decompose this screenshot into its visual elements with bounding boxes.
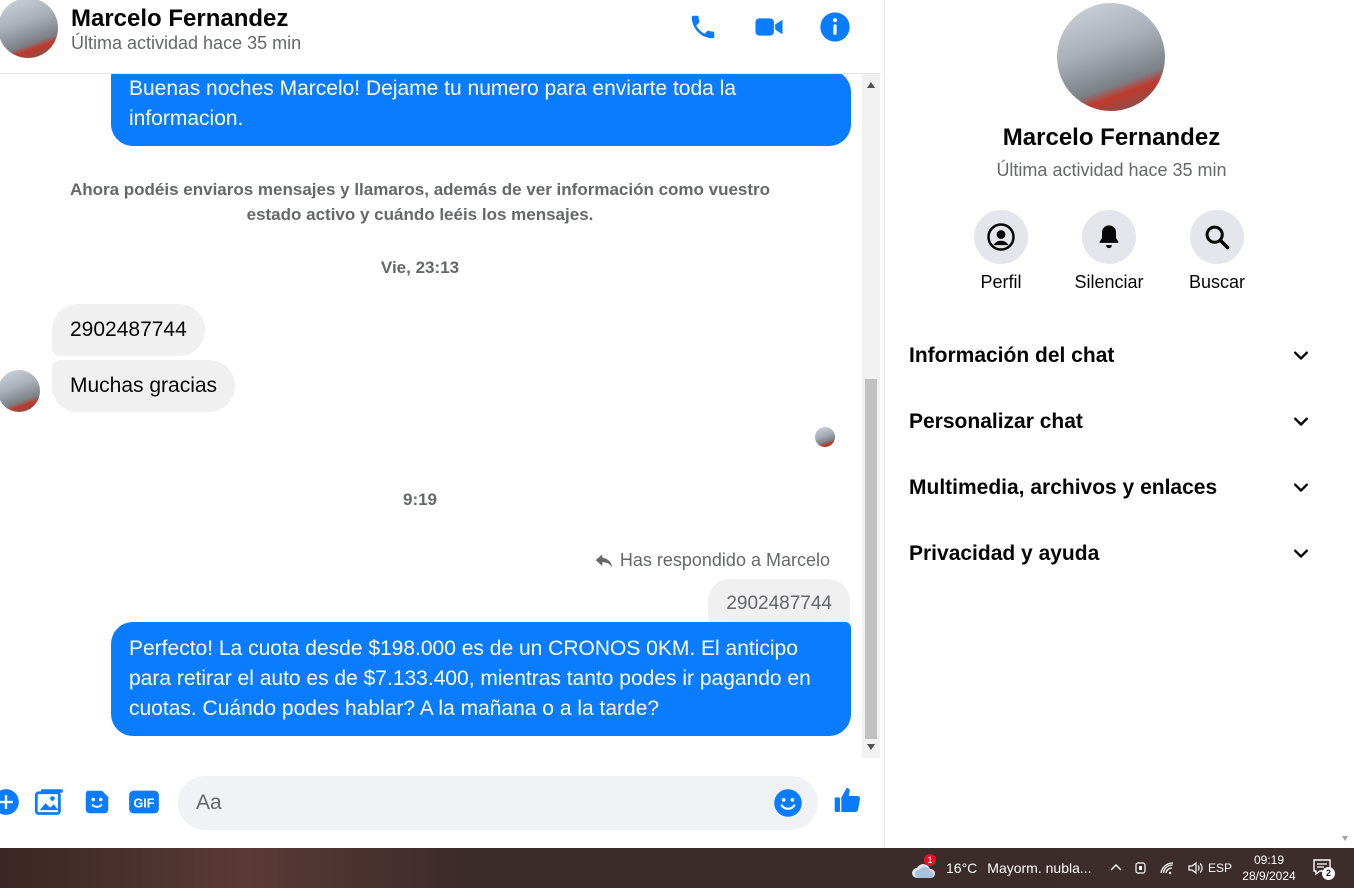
message-input[interactable] [196, 789, 756, 817]
plus-icon[interactable] [0, 786, 22, 818]
contact-avatar[interactable] [0, 0, 58, 58]
page-scroll-down-arrow[interactable] [1342, 836, 1348, 841]
panel-contact-status: Última actividad hace 35 min [996, 160, 1227, 180]
profile-icon [974, 210, 1028, 264]
weather-description: Mayorm. nubla... [987, 860, 1092, 876]
section-chat-info[interactable]: Información del chat [897, 328, 1323, 384]
timestamp: 9:19 [402, 490, 438, 509]
language-indicator[interactable]: ESP [1208, 848, 1232, 888]
messenger-app: Marcelo Fernandez Última actividad hace … [0, 0, 1354, 848]
sender-avatar[interactable] [0, 370, 40, 412]
clock-time: 09:19 [1253, 853, 1285, 867]
page-scrollbar[interactable] [1337, 0, 1354, 848]
section-title: Información del chat [909, 344, 1115, 367]
message-bubble-incoming[interactable]: 2902487744 [52, 304, 205, 356]
mute-action[interactable]: Silenciar [1064, 210, 1154, 293]
scroll-thumb[interactable] [865, 379, 877, 739]
section-customize-chat[interactable]: Personalizar chat [897, 394, 1323, 450]
weather-widget[interactable]: 1 16°C Mayorm. nubla... [910, 848, 1092, 888]
volume-icon[interactable] [1187, 860, 1205, 876]
profile-action[interactable]: Perfil [956, 210, 1046, 293]
read-receipt-avatar [815, 427, 835, 447]
section-title: Personalizar chat [909, 410, 1083, 433]
meet-now-icon[interactable] [1133, 860, 1149, 876]
reply-indicator: Has respondido a Marcelo [594, 550, 830, 571]
info-icon[interactable] [818, 10, 852, 44]
message-bubble-outgoing[interactable]: Perfecto! La cuota desde $198.000 es de … [111, 622, 851, 736]
message-list[interactable]: Buenas noches Marcelo! Dejame tu numero … [0, 74, 862, 758]
chat-header: Marcelo Fernandez Última actividad hace … [0, 0, 882, 74]
section-title: Privacidad y ayuda [909, 542, 1100, 565]
image-icon[interactable] [33, 786, 65, 818]
reply-icon [595, 553, 613, 568]
notification-icon: 2 [1312, 857, 1335, 880]
scroll-up-arrow[interactable] [867, 82, 875, 88]
emoji-icon[interactable] [772, 787, 804, 819]
panel-contact-name: Marcelo Fernandez [1002, 124, 1221, 151]
conversation-info-panel: Marcelo Fernandez Última actividad hace … [884, 0, 1337, 848]
contact-name[interactable]: Marcelo Fernandez [71, 5, 288, 33]
phone-icon[interactable] [686, 10, 720, 44]
chat-column: Marcelo Fernandez Última actividad hace … [0, 0, 882, 848]
panel-avatar[interactable] [1057, 3, 1165, 111]
clock[interactable]: 09:19 28/9/2024 [1240, 848, 1298, 888]
message-bubble-incoming[interactable]: Muchas gracias [52, 360, 236, 412]
notification-center[interactable]: 2 [1312, 848, 1335, 888]
message-bubble-outgoing[interactable]: Buenas noches Marcelo! Dejame tu numero … [111, 74, 851, 146]
section-privacy-help[interactable]: Privacidad y ayuda [897, 526, 1323, 582]
system-notice: Ahora podéis enviaros mensajes y llamaro… [69, 180, 771, 224]
message-input-container[interactable] [178, 776, 818, 830]
notification-count: 2 [1322, 867, 1335, 880]
message-scrollbar[interactable] [862, 74, 880, 758]
section-media-files-links[interactable]: Multimedia, archivos y enlaces [897, 460, 1323, 516]
chevron-down-icon [1294, 351, 1308, 360]
chevron-down-icon [1294, 549, 1308, 558]
wifi-icon[interactable] [1159, 860, 1177, 876]
gif-label: GIF [134, 797, 155, 811]
scroll-down-arrow[interactable] [867, 744, 875, 750]
cloud-icon: 1 [910, 854, 940, 880]
timestamp: Vie, 23:13 [380, 258, 460, 277]
search-action[interactable]: Buscar [1172, 210, 1262, 293]
search-icon [1190, 210, 1244, 264]
mute-action-label: Silenciar [1074, 272, 1144, 292]
composer: GIF [0, 758, 882, 848]
profile-action-label: Perfil [980, 272, 1022, 292]
weather-badge: 1 [924, 854, 936, 866]
reply-indicator-text: Has respondido a Marcelo [619, 550, 830, 570]
bell-icon [1082, 210, 1136, 264]
search-action-label: Buscar [1188, 272, 1246, 292]
clock-date: 28/9/2024 [1242, 869, 1296, 883]
gif-icon[interactable]: GIF [128, 786, 160, 818]
chevron-up-icon[interactable] [1109, 861, 1123, 875]
weather-temp: 16°C [946, 860, 978, 876]
section-title: Multimedia, archivos y enlaces [909, 476, 1218, 499]
windows-taskbar: 1 16°C Mayorm. nubla... ESP 09:19 28/9/2… [0, 848, 1354, 888]
contact-status: Última actividad hace 35 min [71, 33, 302, 53]
chevron-down-icon [1294, 417, 1308, 426]
sticker-icon[interactable] [81, 786, 113, 818]
system-tray [1109, 848, 1205, 888]
like-icon[interactable] [832, 784, 864, 816]
video-icon[interactable] [752, 10, 786, 44]
chevron-down-icon [1294, 483, 1308, 492]
